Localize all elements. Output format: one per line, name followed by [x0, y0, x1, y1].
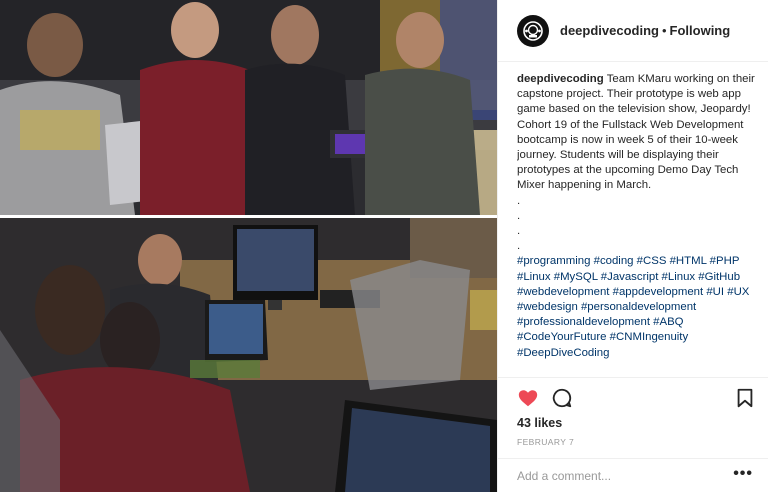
likes-count[interactable]: 43 likes [517, 416, 562, 430]
caption-filler-line: . [517, 240, 521, 253]
comment-button[interactable] [551, 387, 573, 409]
caption-filler-line: . [517, 209, 521, 222]
dive-helmet-logo-icon [523, 20, 543, 41]
header-text: deepdivecoding • Following [560, 23, 730, 39]
comment-bar: ••• [498, 458, 768, 492]
post-actions-bar [498, 377, 768, 414]
account-username[interactable]: deepdivecoding [560, 23, 659, 38]
caption-text: Team KMaru working on their capstone pro… [517, 73, 755, 192]
save-button[interactable] [734, 387, 756, 409]
comment-input[interactable] [517, 467, 717, 485]
post-photo[interactable] [0, 0, 497, 492]
caption-hashtags[interactable]: #programming #coding #CSS #HTML #PHP #Li… [517, 255, 749, 358]
caption-username[interactable]: deepdivecoding [517, 73, 604, 85]
photo-collage [0, 0, 497, 492]
header-separator: • [661, 22, 667, 38]
bookmark-icon [737, 388, 753, 408]
post-details-panel: deepdivecoding • Following deepdivecoding … [497, 0, 768, 492]
like-button[interactable] [517, 387, 539, 409]
avatar[interactable] [517, 14, 549, 47]
post-header: deepdivecoding • Following [498, 0, 768, 62]
post-date[interactable]: FEBRUARY 7 [517, 437, 574, 447]
following-button[interactable]: Following [670, 23, 731, 38]
comment-icon [552, 388, 572, 408]
post-caption: deepdivecoding Team KMaru working on the… [517, 72, 757, 377]
caption-filler-line: . [517, 225, 521, 238]
more-options-button[interactable]: ••• [733, 465, 753, 483]
heart-icon [518, 390, 538, 407]
caption-filler-line: . [517, 194, 521, 207]
